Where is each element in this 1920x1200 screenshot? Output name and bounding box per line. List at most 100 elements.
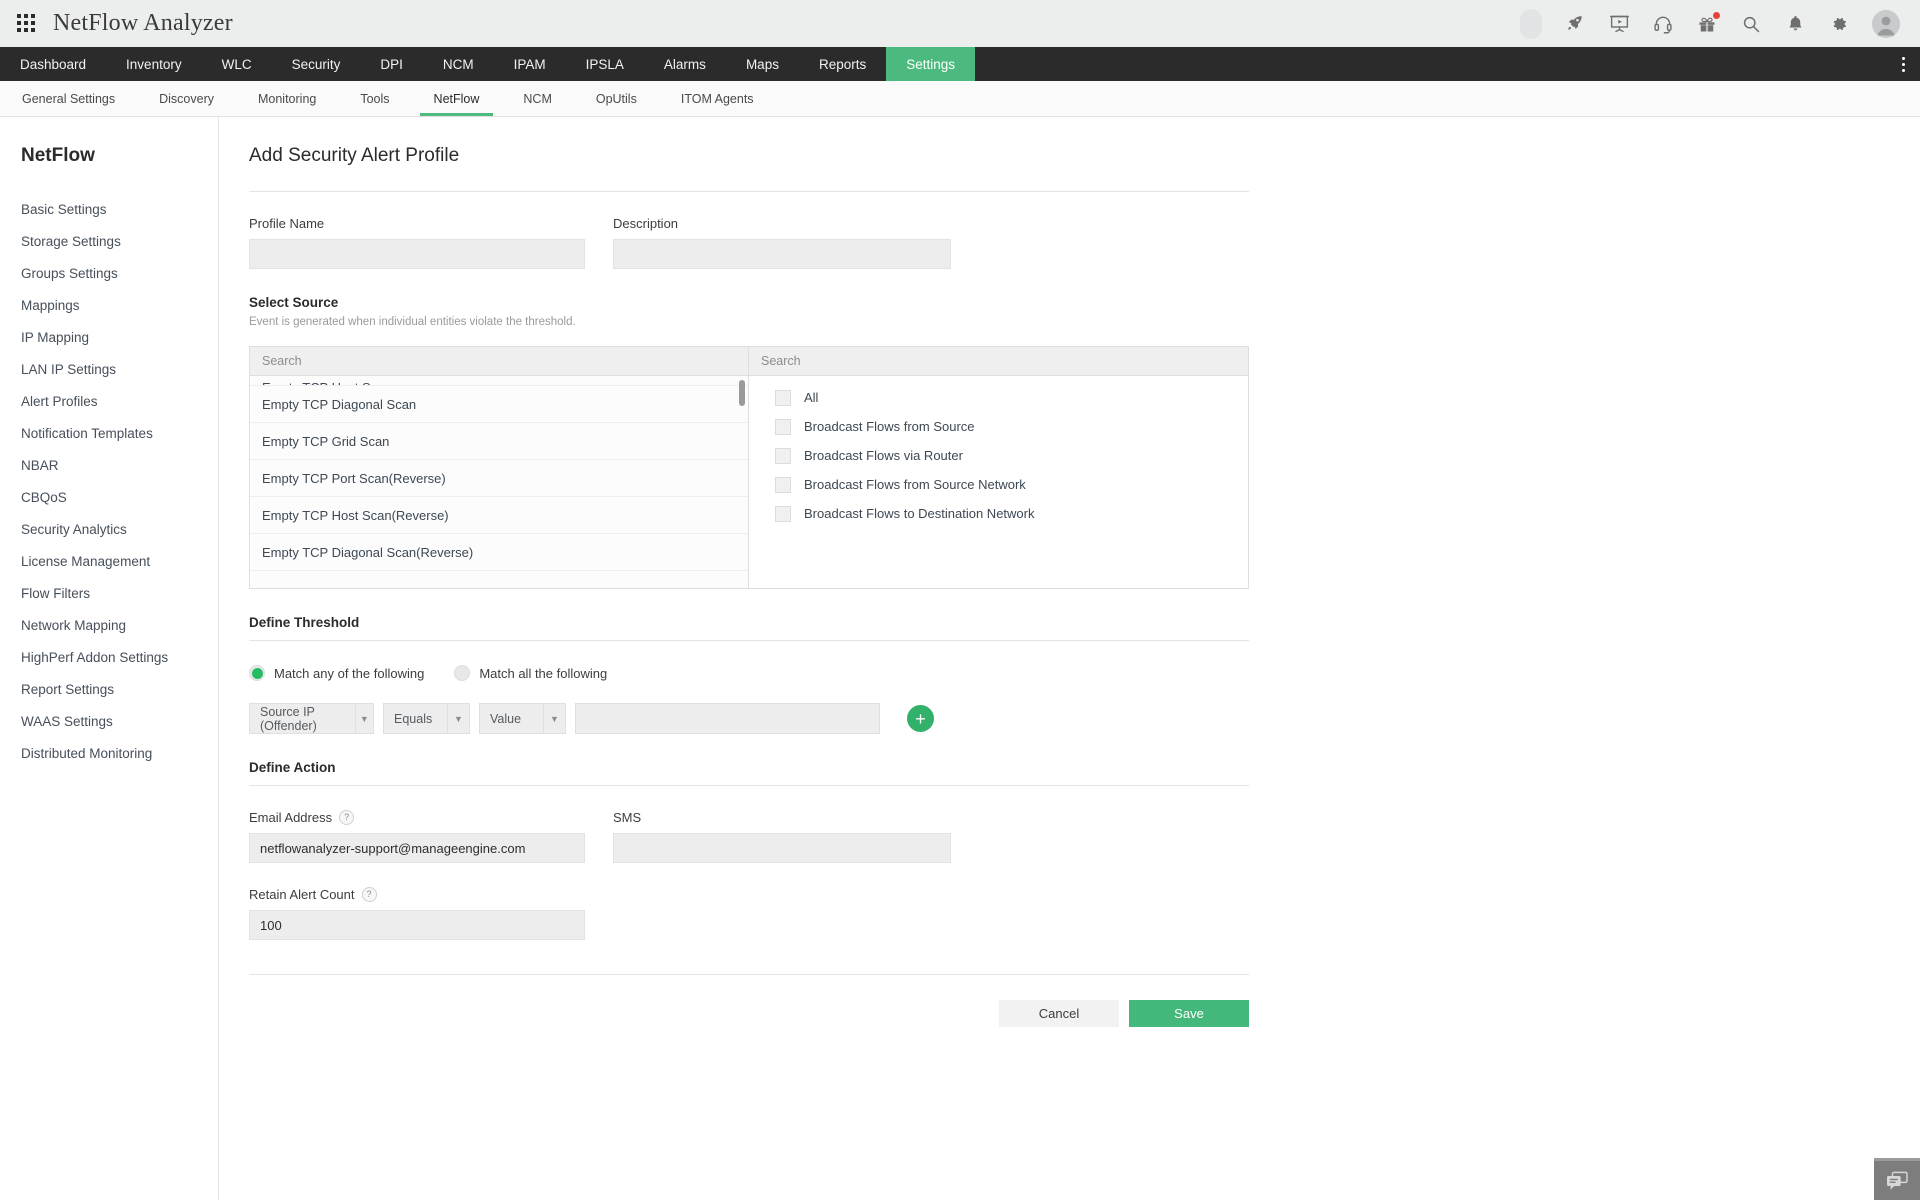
sidebar-item-alert-profiles[interactable]: Alert Profiles <box>0 385 218 417</box>
sidebar-item-flow-filters[interactable]: Flow Filters <box>0 577 218 609</box>
save-button[interactable]: Save <box>1129 1000 1249 1027</box>
subnav-item-general-settings[interactable]: General Settings <box>0 81 137 116</box>
list-scrollbar-thumb[interactable] <box>739 380 745 406</box>
subnav-item-oputils[interactable]: OpUtils <box>574 81 659 116</box>
available-sources-search-input[interactable] <box>250 347 748 376</box>
condition-field-select[interactable]: Source IP (Offender) ▼ <box>249 703 374 734</box>
cancel-button[interactable]: Cancel <box>999 1000 1119 1027</box>
nav-item-security[interactable]: Security <box>272 47 361 81</box>
list-item[interactable]: Broadcast Flows from Source Network <box>749 470 1248 499</box>
condition-value-input[interactable] <box>575 703 880 734</box>
checkbox-icon[interactable] <box>775 477 791 493</box>
sidebar-item-lan-ip-settings[interactable]: LAN IP Settings <box>0 353 218 385</box>
checkbox-icon[interactable] <box>775 448 791 464</box>
headset-icon[interactable] <box>1652 13 1674 35</box>
subnav-item-ncm[interactable]: NCM <box>501 81 573 116</box>
chevron-down-icon: ▼ <box>355 704 373 733</box>
condition-operator-select[interactable]: Equals ▼ <box>383 703 470 734</box>
sidebar-item-nbar[interactable]: NBAR <box>0 449 218 481</box>
kebab-menu-icon[interactable] <box>1886 47 1920 81</box>
gift-icon[interactable] <box>1696 13 1718 35</box>
bell-icon[interactable] <box>1784 13 1806 35</box>
subnav-item-tools[interactable]: Tools <box>338 81 411 116</box>
search-icon[interactable] <box>1740 13 1762 35</box>
email-input[interactable] <box>249 833 585 863</box>
nav-item-dpi[interactable]: DPI <box>360 47 423 81</box>
sidebar-item-label: LAN IP Settings <box>21 362 116 377</box>
selected-sources-search-input[interactable] <box>749 347 1248 376</box>
nav-item-alarms[interactable]: Alarms <box>644 47 726 81</box>
list-item[interactable]: Empty TCP Diagonal Scan(Reverse) <box>250 534 748 571</box>
email-field-group: Email Address ? <box>249 810 585 863</box>
radio-dot-icon <box>454 665 470 681</box>
subnav-label: NetFlow <box>434 92 480 106</box>
help-icon[interactable]: ? <box>362 887 377 902</box>
retain-alert-count-input[interactable] <box>249 910 585 940</box>
avatar[interactable] <box>1872 10 1900 38</box>
sms-field-group: SMS <box>613 810 951 863</box>
sidebar-item-label: HighPerf Addon Settings <box>21 650 168 665</box>
sidebar-item-notification-templates[interactable]: Notification Templates <box>0 417 218 449</box>
list-item[interactable]: Broadcast Flows from Source <box>749 412 1248 441</box>
rocket-icon[interactable] <box>1564 13 1586 35</box>
list-item[interactable]: Empty TCP Grid Scan <box>250 423 748 460</box>
nav-item-reports[interactable]: Reports <box>799 47 886 81</box>
radio-match-any[interactable]: Match any of the following <box>249 665 424 681</box>
checkbox-icon[interactable] <box>775 419 791 435</box>
list-item[interactable]: Empty TCP Diagonal Scan <box>250 386 748 423</box>
condition-value-type-select[interactable]: Value ▼ <box>479 703 566 734</box>
list-item[interactable]: Broadcast Flows to Destination Network <box>749 499 1248 528</box>
nav-item-wlc[interactable]: WLC <box>202 47 272 81</box>
sidebar-item-license-management[interactable]: License Management <box>0 545 218 577</box>
available-sources-list[interactable]: Empty TCP Host Scan Empty TCP Diagonal S… <box>250 376 748 588</box>
sidebar-item-distributed-monitoring[interactable]: Distributed Monitoring <box>0 737 218 769</box>
checkbox-icon[interactable] <box>775 390 791 406</box>
nav-item-settings[interactable]: Settings <box>886 47 975 81</box>
list-item-label: Empty TCP Diagonal Scan <box>262 397 416 412</box>
sms-input[interactable] <box>613 833 951 863</box>
list-item[interactable]: All <box>749 383 1248 412</box>
sidebar-item-basic-settings[interactable]: Basic Settings <box>0 193 218 225</box>
sidebar-title: NetFlow <box>21 145 218 167</box>
presentation-icon[interactable] <box>1608 13 1630 35</box>
list-item-label: Broadcast Flows from Source <box>804 419 975 434</box>
list-item[interactable]: Broadcast Flows via Router <box>749 441 1248 470</box>
sidebar-item-mappings[interactable]: Mappings <box>0 289 218 321</box>
available-sources-panel: Empty TCP Host Scan Empty TCP Diagonal S… <box>250 347 749 588</box>
select-source-subtitle: Event is generated when individual entit… <box>249 316 1920 328</box>
chat-widget-button[interactable] <box>1874 1158 1920 1200</box>
sidebar-item-report-settings[interactable]: Report Settings <box>0 673 218 705</box>
help-icon[interactable]: ? <box>339 810 354 825</box>
nav-item-ncm[interactable]: NCM <box>423 47 494 81</box>
gear-icon[interactable] <box>1828 13 1850 35</box>
apps-grid-icon[interactable] <box>17 14 37 34</box>
sidebar-item-waas-settings[interactable]: WAAS Settings <box>0 705 218 737</box>
nav-item-inventory[interactable]: Inventory <box>106 47 202 81</box>
list-item[interactable]: Empty TCP Host Scan <box>250 376 748 386</box>
checkbox-icon[interactable] <box>775 506 791 522</box>
sidebar-item-cbqos[interactable]: CBQoS <box>0 481 218 513</box>
sidebar-item-groups-settings[interactable]: Groups Settings <box>0 257 218 289</box>
description-input[interactable] <box>613 239 951 269</box>
sidebar-item-ip-mapping[interactable]: IP Mapping <box>0 321 218 353</box>
subnav-label: OpUtils <box>596 92 637 106</box>
app-header: NetFlow Analyzer <box>0 0 1920 47</box>
subnav-item-monitoring[interactable]: Monitoring <box>236 81 338 116</box>
nav-item-maps[interactable]: Maps <box>726 47 799 81</box>
sidebar-item-label: Mappings <box>21 298 80 313</box>
list-item[interactable]: Empty TCP Host Scan(Reverse) <box>250 497 748 534</box>
nav-item-ipsla[interactable]: IPSLA <box>566 47 644 81</box>
add-condition-button[interactable]: + <box>907 705 934 732</box>
sidebar-item-storage-settings[interactable]: Storage Settings <box>0 225 218 257</box>
nav-item-ipam[interactable]: IPAM <box>494 47 566 81</box>
sidebar-item-network-mapping[interactable]: Network Mapping <box>0 609 218 641</box>
sidebar-item-highperf-addon-settings[interactable]: HighPerf Addon Settings <box>0 641 218 673</box>
nav-item-dashboard[interactable]: Dashboard <box>0 47 106 81</box>
subnav-item-itom-agents[interactable]: ITOM Agents <box>659 81 776 116</box>
subnav-item-netflow[interactable]: NetFlow <box>412 81 502 116</box>
sidebar-item-security-analytics[interactable]: Security Analytics <box>0 513 218 545</box>
profile-name-input[interactable] <box>249 239 585 269</box>
subnav-item-discovery[interactable]: Discovery <box>137 81 236 116</box>
radio-match-all[interactable]: Match all the following <box>454 665 607 681</box>
list-item[interactable]: Empty TCP Port Scan(Reverse) <box>250 460 748 497</box>
